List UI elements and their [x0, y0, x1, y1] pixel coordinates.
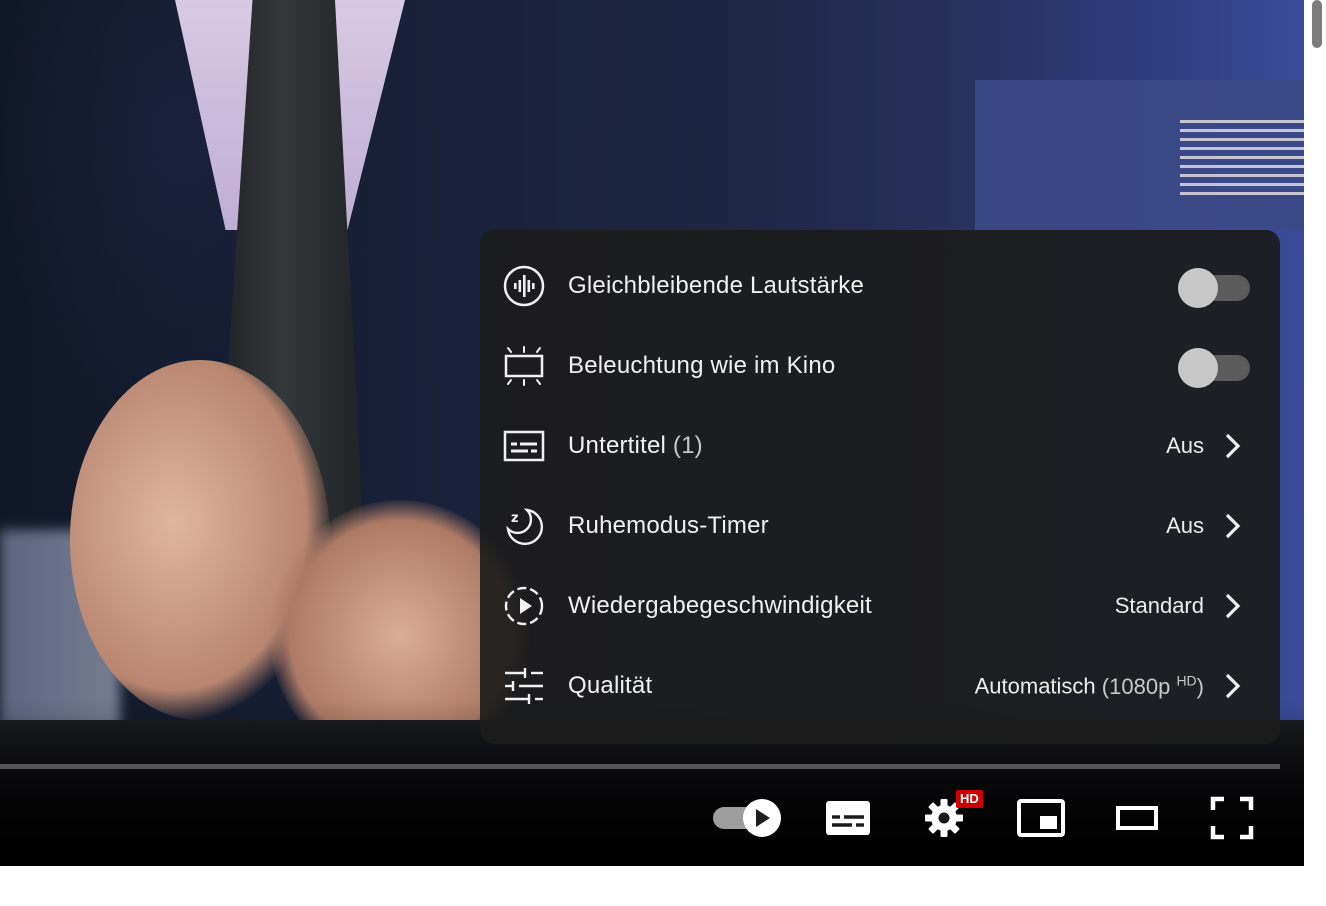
video-frame[interactable]: Gleichbleibende Lautstärke Beleuchtung w…	[0, 0, 1304, 866]
stable-volume-icon	[502, 265, 546, 307]
quality-sliders-icon	[502, 666, 546, 706]
subtitles-icon	[502, 426, 546, 466]
theater-mode-button[interactable]	[1112, 788, 1162, 848]
menu-item-label: Qualität	[568, 672, 653, 699]
menu-item-quality[interactable]: Qualität Automatisch (1080p HD)	[480, 646, 1280, 726]
settings-menu: Gleichbleibende Lautstärke Beleuchtung w…	[480, 230, 1280, 744]
quality-mode: Automatisch	[974, 673, 1096, 699]
chevron-right-icon	[1218, 592, 1246, 620]
quality-resolution: (1080p HD)	[1101, 672, 1204, 699]
menu-item-label: Wiedergabegeschwindigkeit	[568, 592, 872, 619]
menu-item-value: Standard	[1114, 593, 1204, 618]
stable-volume-toggle[interactable]	[1178, 268, 1250, 308]
page-scrollbar-track[interactable]	[1304, 0, 1326, 906]
menu-item-value: Automatisch (1080p HD)	[975, 672, 1204, 699]
quality-hd-sup: HD	[1176, 672, 1197, 689]
subtitles-button[interactable]	[822, 788, 874, 848]
svg-text:z: z	[511, 511, 519, 526]
playback-speed-icon	[502, 586, 546, 626]
menu-item-label: Beleuchtung wie im Kino	[568, 352, 836, 379]
menu-item-label: Untertitel (1)	[568, 432, 703, 460]
menu-item-value: Aus	[1166, 433, 1204, 458]
menu-item-subtitles[interactable]: Untertitel (1) Aus	[480, 406, 1280, 486]
menu-item-playback-speed[interactable]: Wiedergabegeschwindigkeit Standard	[480, 566, 1280, 646]
menu-item-value: Aus	[1166, 513, 1204, 538]
menu-item-label: Gleichbleibende Lautstärke	[568, 272, 865, 299]
chevron-right-icon	[1218, 672, 1246, 700]
menu-item-ambient-mode[interactable]: Beleuchtung wie im Kino	[480, 326, 1280, 406]
sleep-timer-icon: z	[502, 506, 546, 546]
subtitles-label: Untertitel	[568, 432, 667, 459]
hd-badge: HD	[956, 790, 983, 808]
fullscreen-button[interactable]	[1206, 788, 1258, 848]
menu-item-label: Ruhemodus-Timer	[568, 512, 769, 539]
menu-item-sleep-timer[interactable]: z Ruhemodus-Timer Aus	[480, 486, 1280, 566]
chevron-right-icon	[1218, 512, 1246, 540]
progress-bar[interactable]	[0, 764, 1280, 769]
ambient-mode-toggle[interactable]	[1178, 348, 1250, 388]
miniplayer-button[interactable]	[1014, 788, 1068, 848]
menu-item-stable-volume[interactable]: Gleichbleibende Lautstärke	[480, 246, 1280, 326]
subtitles-track-count: (1)	[672, 432, 703, 459]
miniplayer-icon	[1017, 799, 1065, 837]
theater-mode-icon	[1116, 806, 1158, 830]
video-background-lights	[1180, 120, 1304, 200]
page-scrollbar-thumb[interactable]	[1312, 0, 1322, 48]
subtitles-button-icon	[826, 801, 870, 835]
autoplay-toggle-icon	[713, 799, 781, 837]
chevron-right-icon	[1218, 432, 1246, 460]
fullscreen-icon	[1210, 796, 1254, 840]
ambient-mode-icon	[502, 346, 546, 386]
autoplay-toggle[interactable]	[710, 788, 784, 848]
